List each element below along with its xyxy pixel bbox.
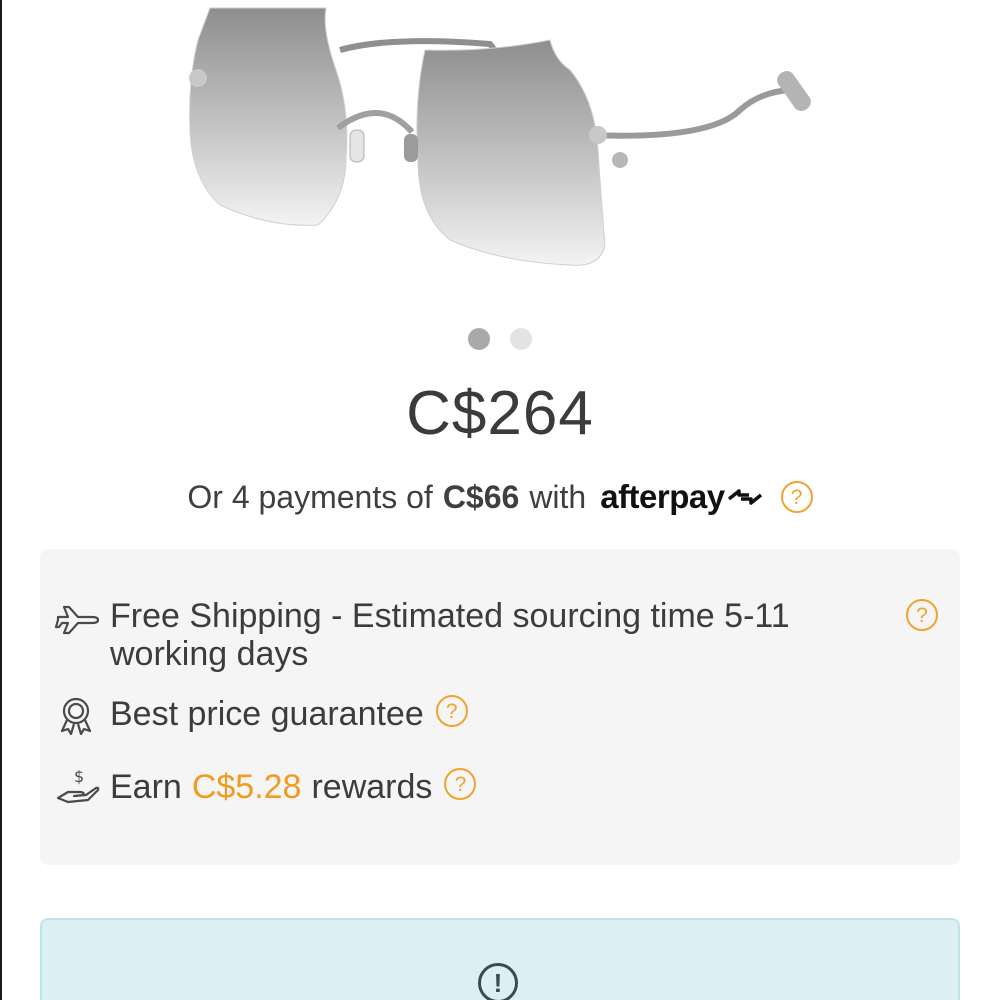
afterpay-help-icon[interactable]: ?: [780, 481, 813, 513]
earn-amount: C$5.28: [191, 768, 302, 806]
product-price: C$264: [406, 379, 594, 448]
carousel-dot-1[interactable]: [468, 328, 490, 350]
afterpay-brand: afterpay: [600, 478, 725, 515]
hand-dollar-icon: $: [56, 768, 100, 804]
shipping-text: Free Shipping - Estimated sourcing time …: [110, 597, 790, 673]
afterpay-prefix: Or 4 payments of: [187, 478, 433, 515]
notice-box: !: [40, 918, 960, 1000]
award-ribbon-icon: [60, 697, 92, 735]
rewards-help-icon[interactable]: ?: [444, 768, 477, 800]
info-box: Free Shipping - Estimated sourcing time …: [40, 549, 960, 865]
earn-suffix: rewards: [311, 768, 433, 806]
earn-prefix: Earn: [110, 768, 182, 806]
shipping-help-icon[interactable]: ?: [906, 599, 938, 631]
best-price-info: Best price guarantee ?: [54, 695, 468, 735]
afterpay-with: with: [529, 478, 587, 515]
exclamation-circle-icon: !: [478, 963, 518, 1000]
afterpay-arrows-icon: [727, 489, 762, 505]
best-price-help-icon[interactable]: ?: [435, 695, 468, 727]
best-price-text: Best price guarantee: [110, 695, 424, 733]
airplane-icon: [54, 605, 100, 635]
afterpay-logo: afterpay: [600, 478, 764, 516]
carousel-dots: [0, 328, 1000, 350]
carousel-dot-2[interactable]: [510, 328, 532, 350]
rewards-info: $ Earn C$5.28 rewards ?: [54, 768, 477, 808]
afterpay-amount: C$66: [442, 478, 520, 515]
shipping-info: Free Shipping - Estimated sourcing time …: [54, 597, 874, 673]
svg-text:$: $: [74, 768, 84, 786]
afterpay-installments: Or 4 payments of C$66 with afterpay ?: [0, 478, 1000, 516]
product-image[interactable]: [150, 0, 850, 290]
